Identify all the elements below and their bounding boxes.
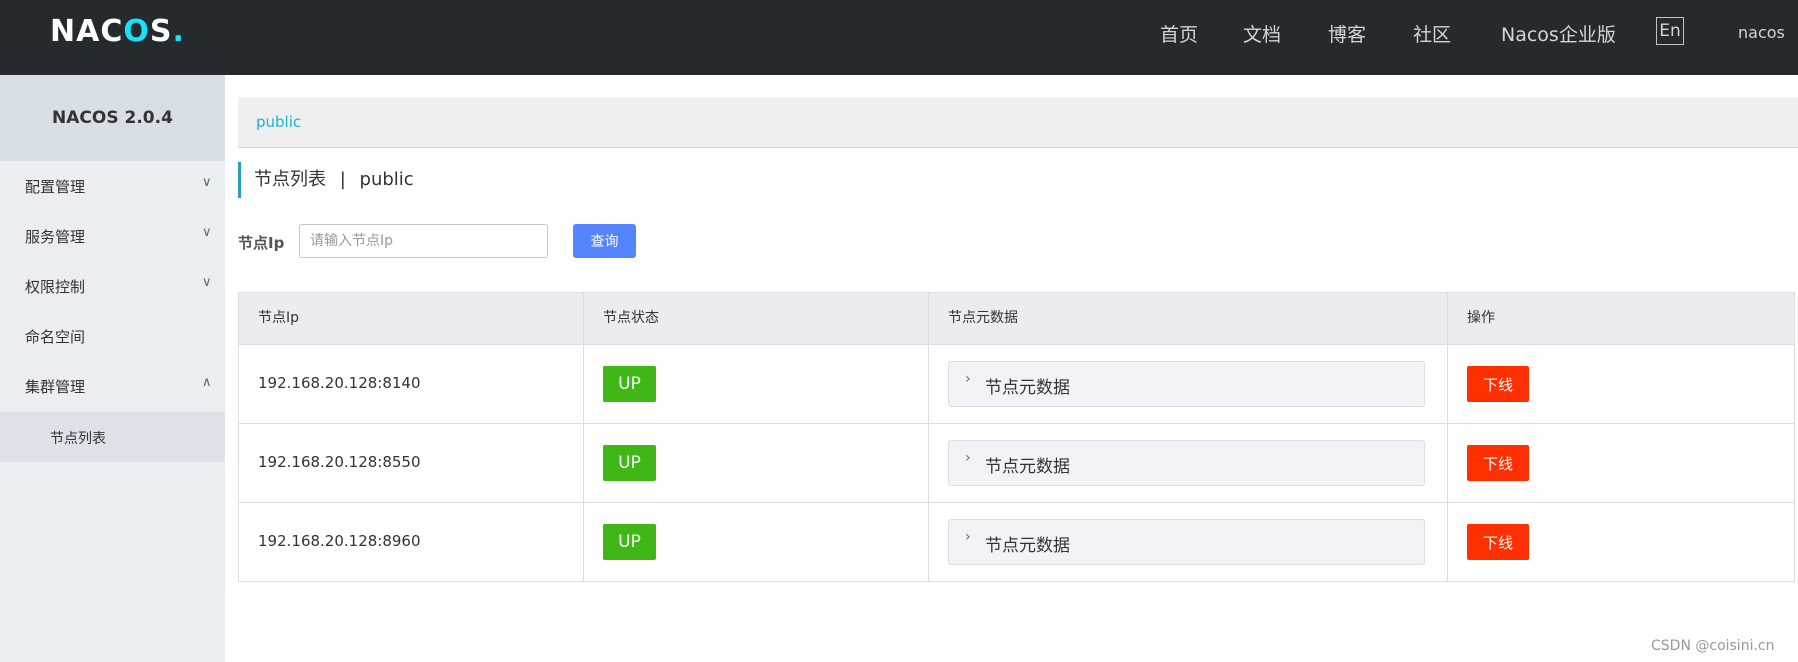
nav-docs[interactable]: 文档 xyxy=(1243,20,1281,47)
status-badge: UP xyxy=(603,366,656,402)
node-ip-search-input[interactable] xyxy=(299,224,548,258)
sidebar-subitem-node-list[interactable]: 节点列表 xyxy=(0,412,225,462)
sidebar-item-label: 服务管理 xyxy=(25,228,86,246)
column-header-metadata: 节点元数据 xyxy=(929,293,1448,344)
title-separator: | xyxy=(339,169,346,190)
user-menu[interactable]: nacos xyxy=(1738,23,1785,42)
metadata-collapse-panel[interactable]: › 节点元数据 xyxy=(948,519,1425,565)
sidebar-title: NACOS 2.0.4 xyxy=(0,75,225,161)
sidebar-item-label: 命名空间 xyxy=(25,328,86,346)
sidebar-subitem-label: 节点列表 xyxy=(50,431,106,447)
sidebar: NACOS 2.0.4 配置管理 ∨ 服务管理 ∨ 权限控制 ∨ 命名空间 集群… xyxy=(0,75,225,662)
sidebar-item-namespace[interactable]: 命名空间 xyxy=(0,311,225,361)
node-ip: 192.168.20.128:8550 xyxy=(258,453,421,471)
table-row: 192.168.20.128:8550 UP › 节点元数据 下线 xyxy=(239,424,1794,503)
page-title-text: 节点列表 xyxy=(254,169,326,190)
nacos-logo[interactable]: NACOS. xyxy=(50,14,185,50)
chevron-down-icon: ∨ xyxy=(202,225,212,240)
metadata-label: 节点元数据 xyxy=(985,536,1070,556)
nav-home[interactable]: 首页 xyxy=(1160,20,1198,47)
chevron-right-icon: › xyxy=(965,529,971,545)
table-header: 节点Ip 节点状态 节点元数据 操作 xyxy=(239,293,1794,345)
offline-button[interactable]: 下线 xyxy=(1467,524,1529,560)
offline-button[interactable]: 下线 xyxy=(1467,445,1529,481)
status-badge: UP xyxy=(603,524,656,560)
page-title-namespace: public xyxy=(359,169,414,190)
sidebar-item-permission[interactable]: 权限控制 ∨ xyxy=(0,261,225,311)
offline-button[interactable]: 下线 xyxy=(1467,366,1529,402)
watermark-text: CSDN @coisini.cn xyxy=(1651,638,1775,654)
metadata-collapse-panel[interactable]: › 节点元数据 xyxy=(948,361,1425,407)
sidebar-item-service[interactable]: 服务管理 ∨ xyxy=(0,211,225,261)
status-badge: UP xyxy=(603,445,656,481)
sidebar-item-label: 权限控制 xyxy=(25,278,86,296)
table-row: 192.168.20.128:8140 UP › 节点元数据 下线 xyxy=(239,345,1794,424)
page-title: 节点列表 | public xyxy=(238,162,414,198)
query-button[interactable]: 查询 xyxy=(573,224,636,258)
sidebar-item-config[interactable]: 配置管理 ∨ xyxy=(0,161,225,211)
node-ip: 192.168.20.128:8960 xyxy=(258,532,421,550)
node-ip: 192.168.20.128:8140 xyxy=(258,374,421,392)
top-navbar: NACOS. 首页 文档 博客 社区 Nacos企业版 En nacos xyxy=(0,0,1798,75)
nav-community[interactable]: 社区 xyxy=(1413,20,1451,47)
chevron-right-icon: › xyxy=(965,371,971,387)
node-ip-label: 节点Ip xyxy=(238,234,285,252)
chevron-down-icon: ∨ xyxy=(202,275,212,290)
metadata-label: 节点元数据 xyxy=(985,457,1070,477)
column-header-ip: 节点Ip xyxy=(239,293,584,344)
node-table: 节点Ip 节点状态 节点元数据 操作 192.168.20.128:8140 U… xyxy=(238,292,1795,582)
metadata-collapse-panel[interactable]: › 节点元数据 xyxy=(948,440,1425,486)
chevron-up-icon: ∧ xyxy=(202,375,212,390)
language-toggle-button[interactable]: En xyxy=(1656,17,1684,45)
nav-enterprise[interactable]: Nacos企业版 xyxy=(1501,20,1616,47)
metadata-label: 节点元数据 xyxy=(985,378,1070,398)
sidebar-item-cluster[interactable]: 集群管理 ∧ xyxy=(0,361,225,411)
nav-blog[interactable]: 博客 xyxy=(1328,20,1366,47)
sidebar-item-label: 集群管理 xyxy=(25,378,86,396)
chevron-right-icon: › xyxy=(965,450,971,466)
table-row: 192.168.20.128:8960 UP › 节点元数据 下线 xyxy=(239,503,1794,581)
namespace-bar: public xyxy=(238,97,1798,148)
column-header-action: 操作 xyxy=(1467,310,1495,326)
sidebar-item-label: 配置管理 xyxy=(25,178,86,196)
column-header-status: 节点状态 xyxy=(584,293,929,344)
chevron-down-icon: ∨ xyxy=(202,175,212,190)
namespace-link[interactable]: public xyxy=(256,113,301,131)
